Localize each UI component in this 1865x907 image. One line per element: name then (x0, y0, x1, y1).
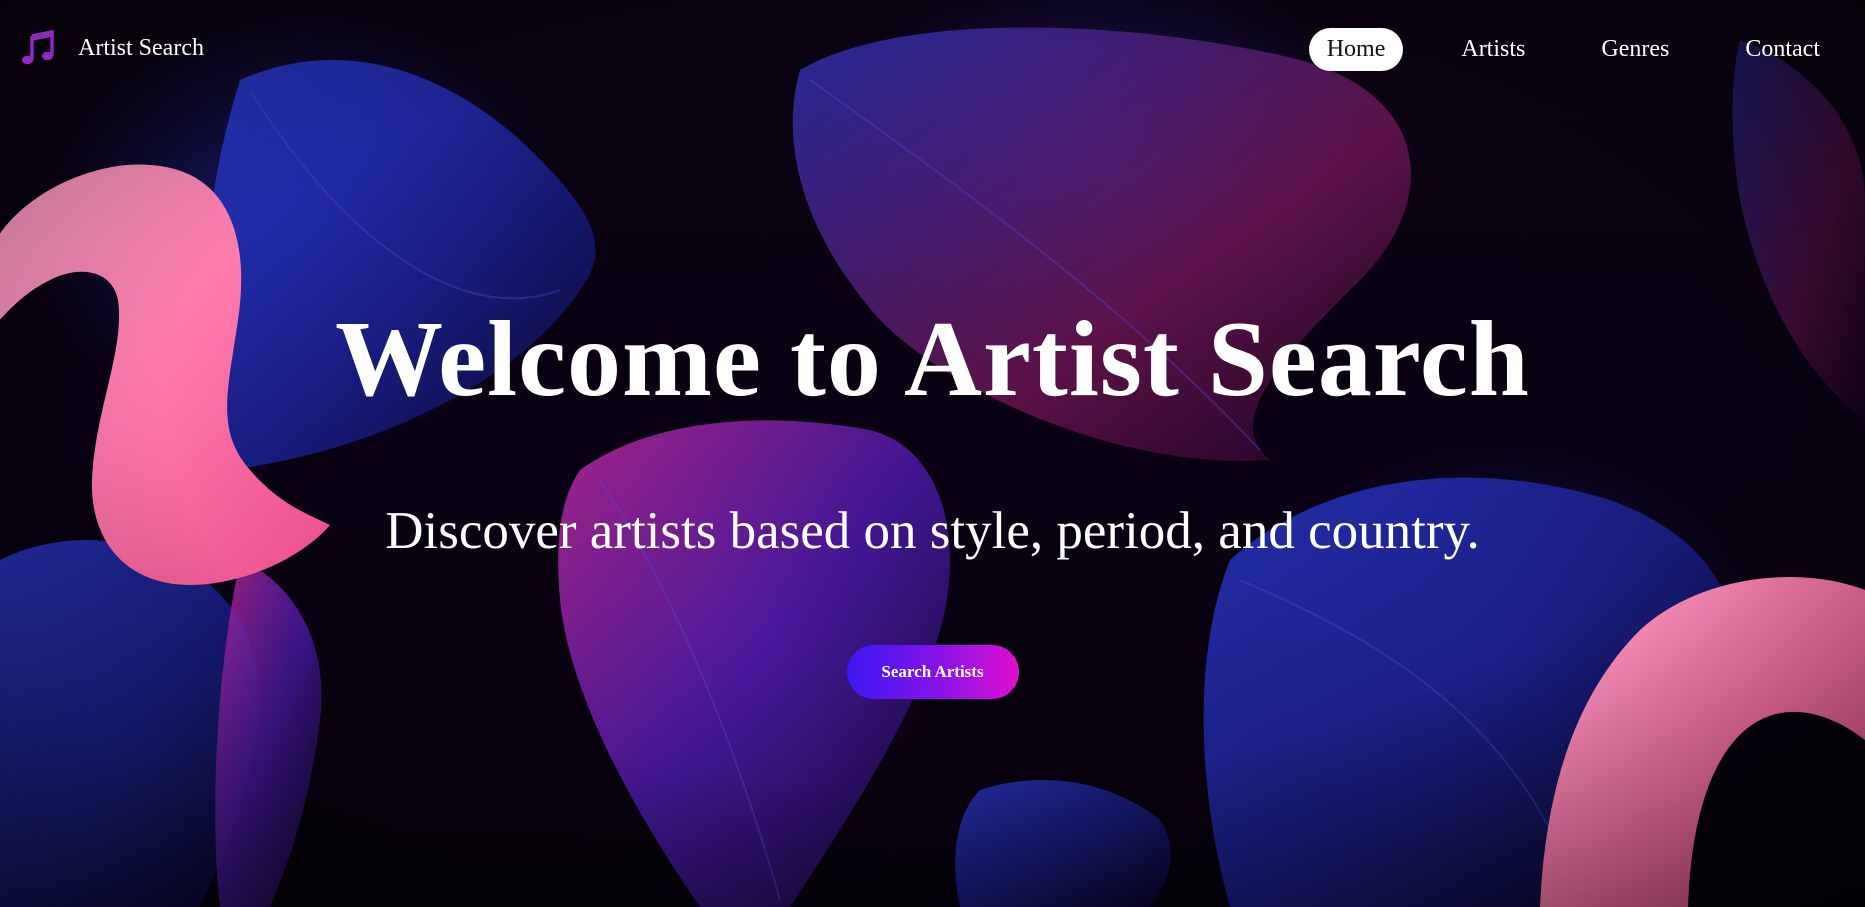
nav-link-home[interactable]: Home (1308, 28, 1404, 71)
brand-name: Artist Search (78, 35, 204, 61)
nav-link-genres[interactable]: Genres (1583, 28, 1687, 71)
brand-logo[interactable]: Artist Search (20, 29, 204, 66)
music-note-icon (20, 29, 56, 66)
nav-link-contact[interactable]: Contact (1727, 28, 1838, 71)
hero-subtitle: Discover artists based on style, period,… (385, 502, 1480, 560)
page: Artist Search Home Artists Genres Contac… (0, 0, 1865, 907)
cta-container: Search Artists (0, 645, 1865, 699)
hero-title: Welcome to Artist Search (335, 300, 1530, 419)
hero-background-image (0, 0, 1865, 907)
top-navbar: Artist Search Home Artists Genres Contac… (0, 0, 1865, 100)
nav-links: Home Artists Genres Contact (1269, 28, 1838, 71)
nav-link-artists[interactable]: Artists (1443, 28, 1543, 71)
search-artists-button[interactable]: Search Artists (846, 645, 1019, 699)
